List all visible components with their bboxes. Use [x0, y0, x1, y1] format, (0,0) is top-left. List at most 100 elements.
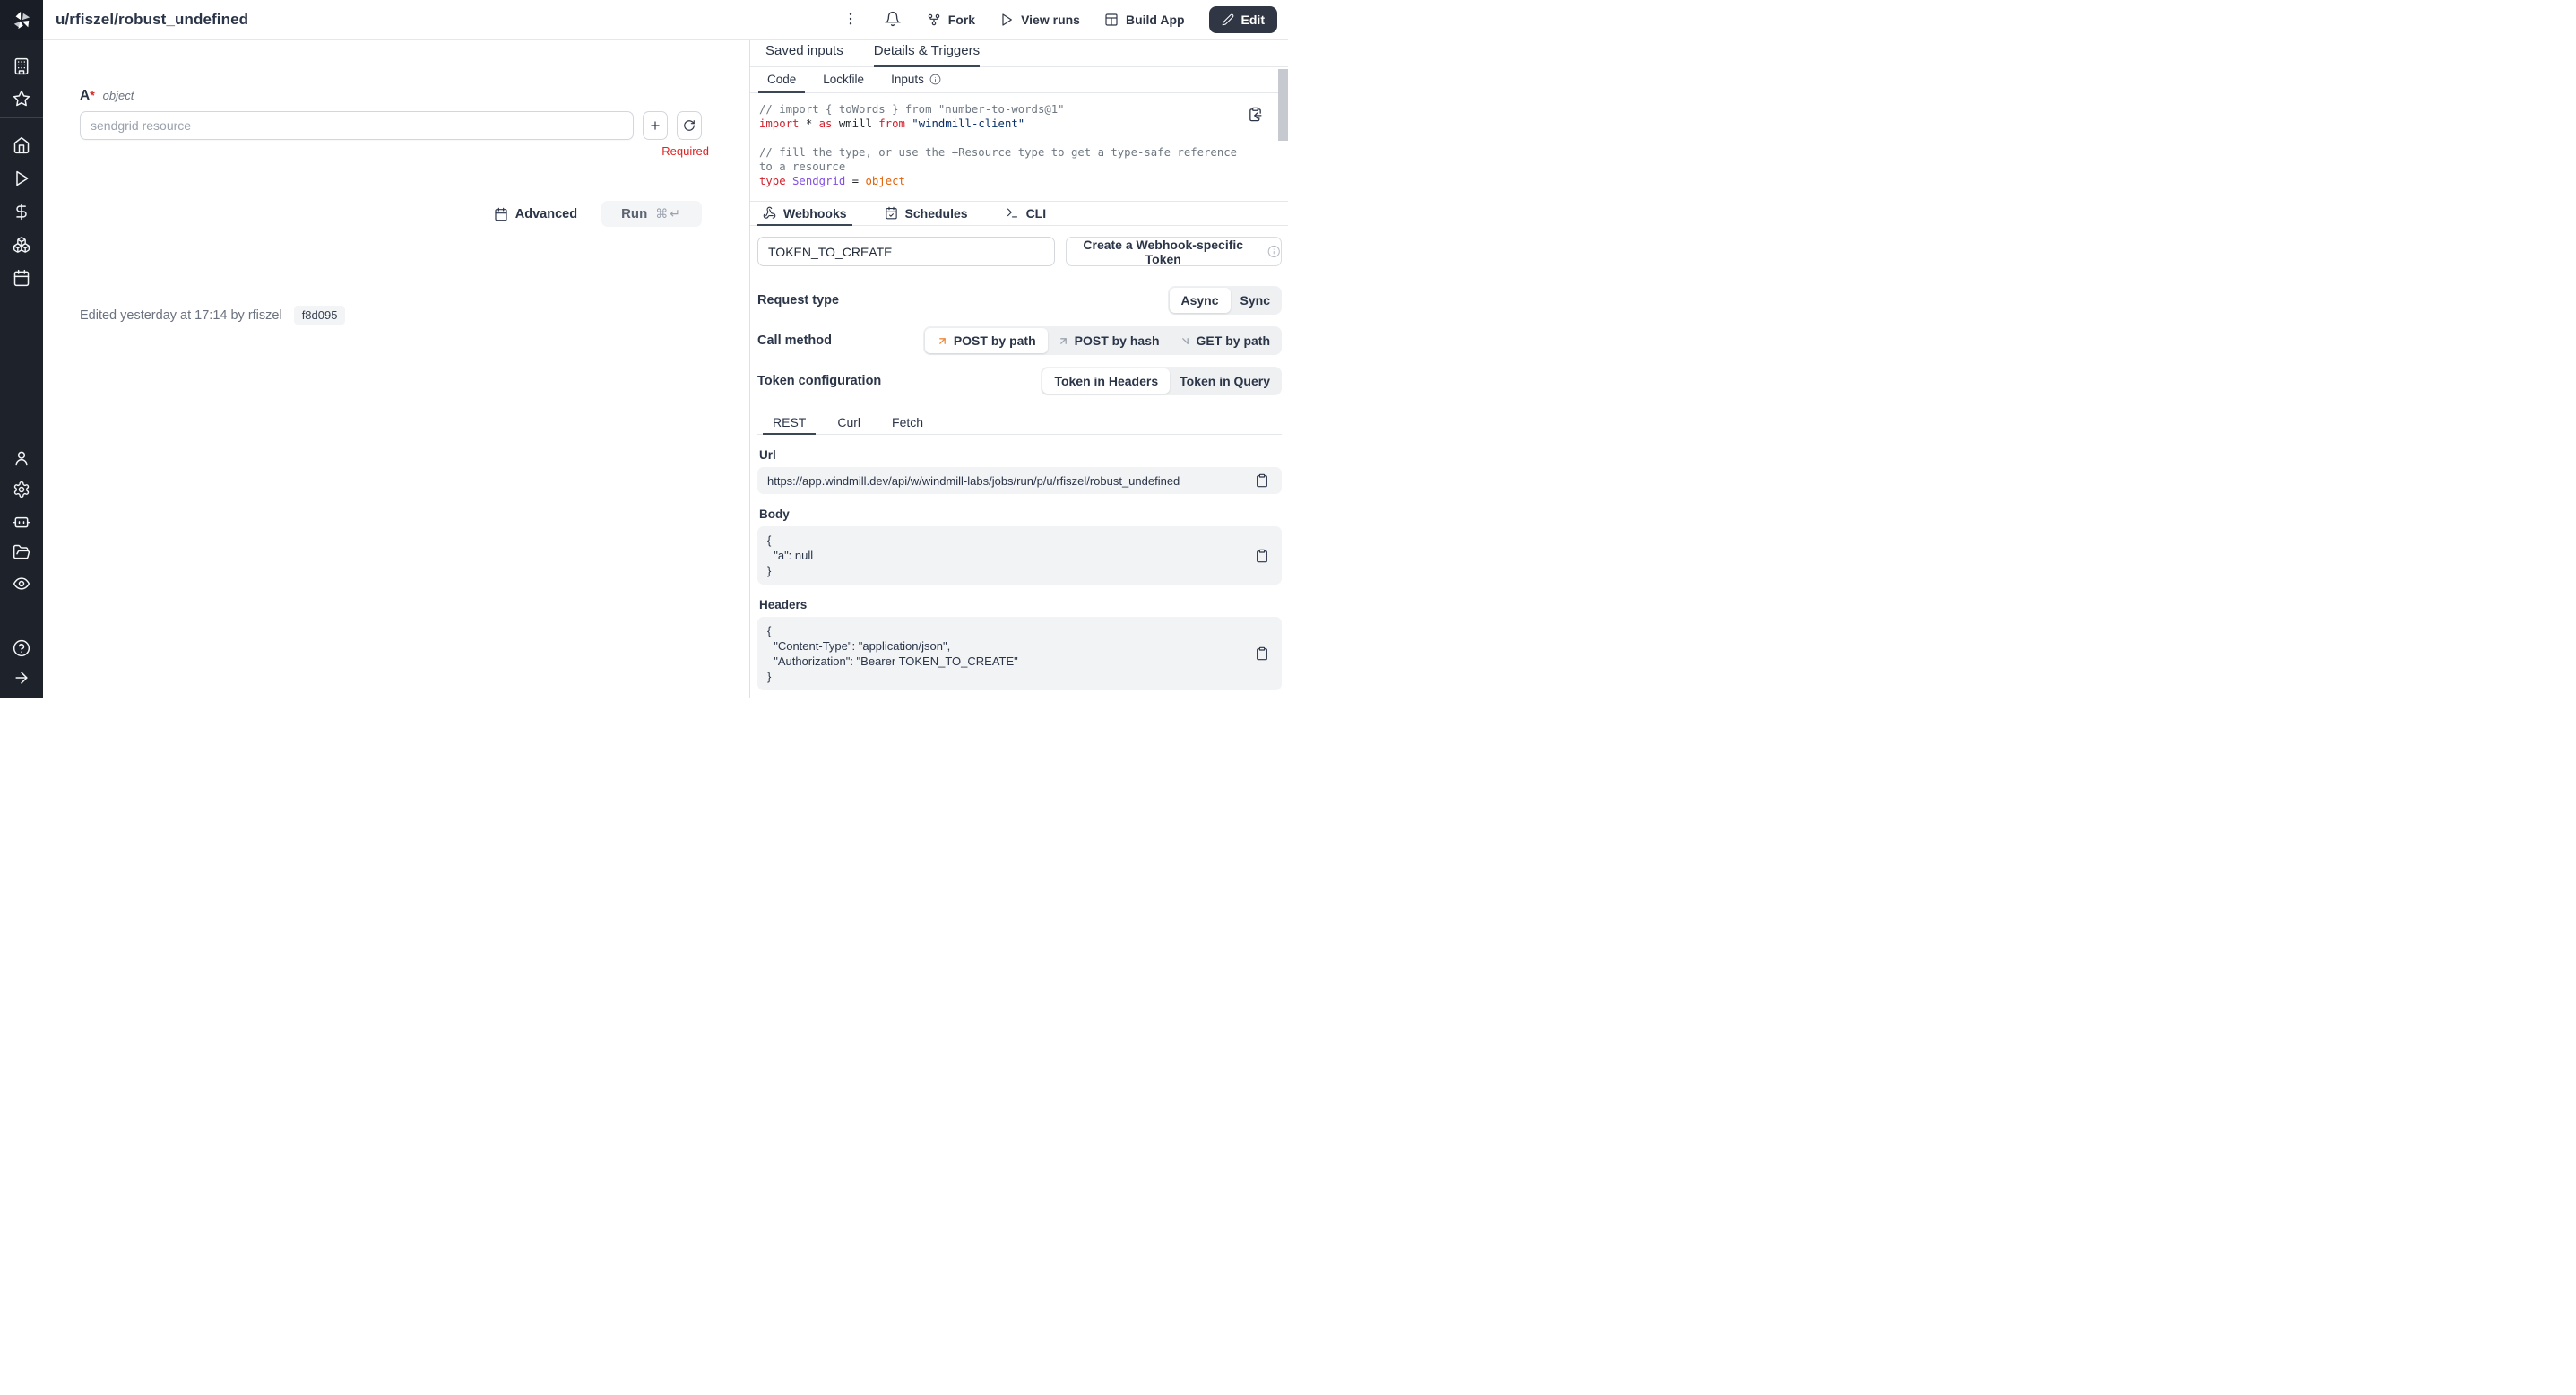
settings-gear-icon[interactable] — [13, 481, 30, 498]
code-comment-1: // import { toWords } from "number-to-wo… — [759, 102, 1247, 117]
arrow-down-right-icon — [1180, 335, 1191, 347]
terminal-icon — [1006, 206, 1019, 220]
workspace-icon[interactable] — [13, 57, 30, 75]
tab-rest[interactable]: REST — [763, 411, 816, 435]
copy-url-button[interactable] — [1255, 472, 1269, 489]
code-subtabs: Code Lockfile Inputs — [750, 67, 1288, 93]
body-box: { "a": null } — [757, 526, 1282, 585]
headers-box: { "Content-Type": "application/json", "A… — [757, 617, 1282, 690]
token-in-query[interactable]: Token in Query — [1170, 368, 1280, 394]
tab-inputs[interactable]: Inputs — [882, 67, 950, 93]
users-icon[interactable] — [13, 449, 30, 467]
field-name: A — [80, 88, 90, 103]
call-method-get-by-path[interactable]: GET by path — [1170, 328, 1280, 353]
windmill-logo-icon — [12, 11, 31, 30]
url-label: Url — [757, 448, 1282, 462]
request-type-toggle: Async Sync — [1168, 286, 1283, 315]
resource-input[interactable] — [80, 111, 634, 140]
advanced-label: Advanced — [515, 207, 577, 221]
post-by-path-label: POST by path — [954, 334, 1036, 348]
copy-headers-button[interactable] — [1255, 646, 1269, 662]
request-type-async[interactable]: Async — [1170, 288, 1231, 313]
copy-body-button[interactable] — [1255, 548, 1269, 564]
variables-dollar-icon[interactable] — [13, 203, 30, 221]
help-icon[interactable] — [13, 639, 30, 657]
home-icon[interactable] — [13, 136, 30, 154]
version-badge[interactable]: f8d095 — [294, 306, 346, 325]
folders-icon[interactable] — [13, 543, 30, 561]
schedules-calendar-icon[interactable] — [13, 269, 30, 287]
clipboard-icon — [1255, 646, 1269, 662]
code-type-line: type Sendgrid = object — [759, 174, 1247, 188]
run-button[interactable]: Run ⌘↵ — [601, 201, 702, 227]
request-type-sync[interactable]: Sync — [1231, 288, 1280, 313]
post-by-hash-label: POST by hash — [1075, 334, 1160, 348]
arrow-up-right-icon — [937, 335, 948, 347]
build-app-button[interactable]: Build App — [1104, 13, 1185, 27]
cli-label: CLI — [1026, 206, 1047, 221]
bell-icon — [885, 11, 901, 27]
edit-button[interactable]: Edit — [1209, 6, 1277, 33]
info-icon — [929, 74, 941, 85]
play-icon — [999, 13, 1014, 27]
headers-value: { "Content-Type": "application/json", "A… — [767, 623, 1246, 684]
notifications-button[interactable] — [885, 11, 903, 29]
info-icon — [1267, 245, 1281, 258]
tab-webhooks[interactable]: Webhooks — [757, 202, 852, 226]
fork-button[interactable]: Fork — [927, 13, 975, 27]
more-menu-button[interactable] — [843, 11, 860, 29]
body-label: Body — [757, 507, 1282, 521]
windmill-logo[interactable] — [0, 0, 43, 40]
add-resource-button[interactable] — [643, 111, 668, 140]
workers-robot-icon[interactable] — [13, 512, 30, 530]
create-token-label: Create a Webhook-specific Token — [1067, 238, 1259, 266]
required-hint: Required — [661, 144, 709, 158]
details-panel: Saved inputs Details & Triggers Code Loc… — [749, 40, 1288, 698]
tab-lockfile[interactable]: Lockfile — [814, 67, 873, 93]
expand-sidebar-icon[interactable] — [13, 669, 30, 687]
request-type-label: Request type — [757, 293, 839, 308]
tab-details-triggers[interactable]: Details & Triggers — [874, 40, 980, 67]
tab-schedules[interactable]: Schedules — [879, 202, 973, 226]
tab-cli[interactable]: CLI — [1000, 202, 1052, 226]
refresh-icon — [683, 119, 696, 132]
tab-curl[interactable]: Curl — [827, 411, 870, 435]
snippet-tabs: REST Curl Fetch — [757, 411, 1282, 435]
audit-eye-icon[interactable] — [13, 575, 30, 593]
call-method-toggle: POST by path POST by hash GET by path — [923, 326, 1282, 355]
favorites-star-icon[interactable] — [13, 90, 30, 108]
kebab-icon — [843, 11, 859, 27]
refresh-button[interactable] — [677, 111, 702, 140]
sidebar — [0, 0, 43, 698]
call-method-post-by-hash[interactable]: POST by hash — [1048, 328, 1170, 353]
token-in-headers[interactable]: Token in Headers — [1042, 368, 1170, 394]
token-config-label: Token configuration — [757, 374, 881, 388]
sidebar-divider — [0, 117, 43, 118]
build-app-label: Build App — [1126, 13, 1185, 27]
view-runs-button[interactable]: View runs — [999, 13, 1080, 27]
advanced-button[interactable]: Advanced — [494, 207, 577, 221]
call-method-post-by-path[interactable]: POST by path — [925, 328, 1048, 353]
copy-code-button[interactable] — [1248, 107, 1263, 122]
request-type-row: Request type Async Sync — [757, 286, 1282, 315]
token-input[interactable] — [757, 237, 1055, 266]
schedules-label: Schedules — [905, 206, 968, 221]
panel-tabs: Saved inputs Details & Triggers — [750, 40, 1288, 67]
tab-saved-inputs[interactable]: Saved inputs — [765, 40, 843, 67]
tab-fetch[interactable]: Fetch — [882, 411, 933, 435]
code-viewer: // import { toWords } from "number-to-wo… — [750, 93, 1288, 202]
run-shortcut: ⌘↵ — [655, 206, 682, 221]
panel-scrollbar[interactable] — [1278, 69, 1288, 141]
webhooks-label: Webhooks — [783, 206, 847, 221]
url-value: https://app.windmill.dev/api/w/windmill-… — [767, 473, 1180, 489]
runs-play-icon[interactable] — [13, 169, 30, 187]
resources-boxes-icon[interactable] — [13, 236, 30, 254]
create-webhook-token-button[interactable]: Create a Webhook-specific Token — [1066, 237, 1282, 266]
pencil-icon — [1222, 13, 1234, 26]
required-asterisk: * — [90, 88, 94, 102]
clipboard-copy-icon — [1248, 107, 1263, 122]
page-title: u/rfiszel/robust_undefined — [56, 11, 248, 29]
tab-code[interactable]: Code — [758, 67, 805, 93]
view-runs-label: View runs — [1021, 13, 1080, 27]
code-import-line: import * as wmill from "windmill-client" — [759, 117, 1247, 131]
